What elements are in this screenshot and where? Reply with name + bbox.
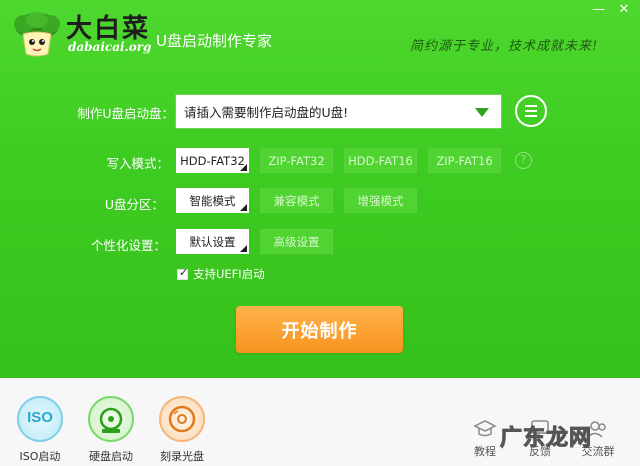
tutorial-label: 教程: [474, 445, 496, 458]
uefi-checkbox[interactable]: 支持UEFI启动: [177, 266, 265, 282]
help-icon[interactable]: ?: [515, 152, 532, 169]
window-controls: — ✕: [592, 3, 630, 16]
app-window: 大白菜 dabaicai.org U盘启动制作专家 简约源于专业，技术成就未来!…: [0, 0, 640, 466]
main-panel: 大白菜 dabaicai.org U盘启动制作专家 简约源于专业，技术成就未来!…: [0, 0, 640, 378]
personal-label: 个性化设置：: [90, 238, 166, 253]
udisk-label: 制作U盘启动盘：: [77, 106, 174, 121]
partition-label: U盘分区：: [104, 197, 164, 212]
write-mode-zip-fat16[interactable]: ZIP-FAT16: [428, 148, 501, 173]
tutorial-icon: [473, 420, 497, 437]
udisk-select[interactable]: 请插入需要制作启动盘的U盘!: [175, 94, 502, 129]
uefi-label: 支持UEFI启动: [193, 267, 265, 281]
tool-harddisk-boot[interactable]: 硬盘启动: [81, 396, 141, 464]
partition-compatible[interactable]: 兼容模式: [260, 188, 333, 213]
disc-burn-icon[interactable]: [159, 396, 205, 442]
close-button[interactable]: ✕: [618, 3, 630, 16]
personal-default[interactable]: 默认设置: [176, 229, 249, 254]
iso-icon-text: ISO: [27, 409, 53, 426]
write-mode-label: 写入模式：: [106, 156, 169, 171]
personal-advanced[interactable]: 高级设置: [260, 229, 333, 254]
cabbage-logo-icon: [14, 12, 60, 57]
partition-smart[interactable]: 智能模式: [176, 188, 249, 213]
watermark: 广东龙网: [499, 420, 593, 452]
watermark-text: 广东龙网: [499, 425, 593, 452]
checkbox-icon[interactable]: [177, 266, 188, 280]
write-mode-hdd-fat16[interactable]: HDD-FAT16: [344, 148, 417, 173]
tutorial-button[interactable]: 教程: [465, 418, 505, 459]
dropdown-arrow-icon[interactable]: [475, 108, 489, 117]
harddisk-boot-icon[interactable]: [88, 396, 134, 442]
tool-iso-boot[interactable]: ISO ISO启动: [10, 396, 70, 464]
app-title: U盘启动制作专家: [156, 32, 272, 50]
menu-icon[interactable]: [515, 95, 547, 127]
udisk-select-value: 请插入需要制作启动盘的U盘!: [184, 105, 349, 120]
start-button[interactable]: 开始制作: [236, 306, 403, 353]
tool-label: 刻录光盘: [160, 450, 204, 463]
minimize-button[interactable]: —: [592, 3, 605, 16]
brand-domain: dabaicai.org: [68, 40, 152, 54]
write-mode-zip-fat32[interactable]: ZIP-FAT32: [260, 148, 333, 173]
write-mode-hdd-fat32[interactable]: HDD-FAT32: [176, 148, 249, 173]
tool-label: ISO启动: [19, 450, 61, 463]
tool-disc-burn[interactable]: 刻录光盘: [152, 396, 212, 464]
slogan: 简约源于专业，技术成就未来!: [410, 39, 599, 54]
partition-enhanced[interactable]: 增强模式: [344, 188, 417, 213]
iso-icon[interactable]: ISO: [17, 396, 63, 442]
tool-label: 硬盘启动: [89, 450, 133, 463]
